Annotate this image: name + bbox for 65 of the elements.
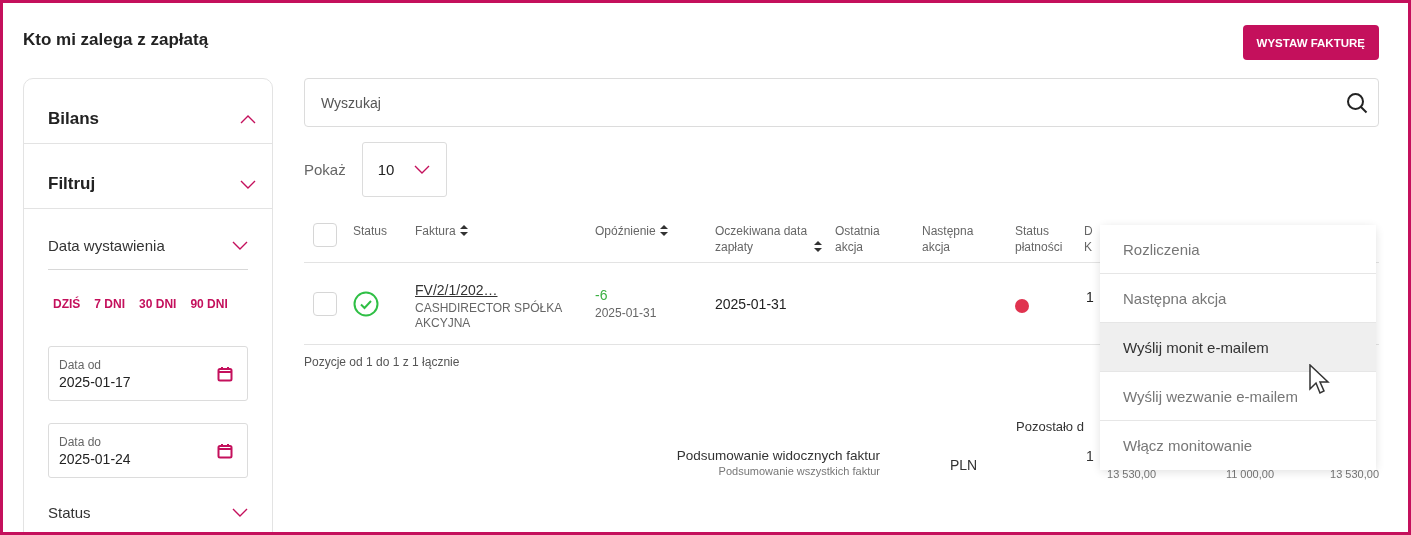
search-icon[interactable]: [1346, 91, 1368, 114]
quick-range-link[interactable]: 30 DNI: [139, 297, 177, 346]
menu-item[interactable]: Wyślij wezwanie e-mailem: [1100, 372, 1376, 421]
page-size-select[interactable]: 10: [361, 142, 447, 197]
menu-item[interactable]: Następna akcja: [1100, 274, 1376, 323]
sort-icon[interactable]: [659, 225, 668, 236]
calendar-icon[interactable]: [217, 365, 233, 382]
calendar-icon[interactable]: [217, 442, 233, 459]
section-title: Filtruj: [48, 174, 96, 194]
column-header: Status: [353, 223, 388, 239]
expected-date: 2025-01-31: [715, 295, 788, 312]
column-header: Status płatności: [1015, 223, 1064, 255]
chevron-down-icon: [413, 165, 430, 174]
field-label: Data do: [59, 434, 103, 449]
quick-range-link[interactable]: 90 DNI: [190, 297, 228, 346]
column-header: Faktura: [415, 223, 456, 239]
summary-value: 11 000,00: [1225, 468, 1274, 480]
menu-item[interactable]: Rozliczenia: [1100, 225, 1376, 274]
column-header: Pozostało d: [1015, 419, 1085, 434]
section-title: Bilans: [48, 109, 100, 129]
section-header[interactable]: Filtruj: [24, 144, 272, 209]
summary-value: 1: [1086, 448, 1094, 466]
chevron-up-icon: [240, 115, 256, 124]
invoice-link[interactable]: FV/2/1/202…: [415, 282, 584, 298]
chevron-down-icon: [240, 180, 256, 189]
field-label: Data od: [59, 357, 103, 372]
page-size-label: Pokaż: [304, 161, 346, 178]
field-value: 2025-01-17: [59, 373, 131, 390]
currency-label: PLN: [949, 456, 979, 475]
field-value: 2025-01-24: [59, 450, 131, 467]
column-header: Oczekiwana data zapłaty: [715, 223, 809, 255]
issue-invoice-button[interactable]: WYSTAW FAKTURĘ: [1242, 25, 1379, 60]
column-header: Opóźnienie: [595, 223, 656, 239]
summary-label: Podsumowanie wszystkich faktur: [718, 465, 880, 477]
chevron-down-icon: [232, 508, 248, 517]
select-all-checkbox[interactable]: [313, 223, 337, 247]
due-date: 2025-01-31: [595, 306, 658, 320]
filter-label: Status: [48, 504, 91, 521]
row-checkbox[interactable]: [313, 291, 337, 316]
quick-range-link[interactable]: 7 DNI: [94, 297, 126, 346]
sort-icon[interactable]: [814, 241, 822, 252]
page-title: Kto mi zalega z zapłatą: [23, 30, 209, 50]
menu-item[interactable]: Włącz monitowanie: [1100, 421, 1376, 470]
date-field[interactable]: Data od 2025-01-17: [48, 346, 248, 401]
sort-icon[interactable]: [459, 225, 468, 236]
quick-range-link[interactable]: DZIŚ: [53, 297, 81, 346]
column-header: Następna akcja: [922, 223, 975, 255]
pagination-info: Pozycje od 1 do 1 z 1 łącznie: [304, 355, 461, 369]
filter-header[interactable]: Status: [48, 500, 248, 521]
table-cell: 1: [1086, 288, 1094, 305]
filter-header[interactable]: Data wystawienia: [48, 209, 248, 270]
summary-label: Podsumowanie widocznych faktur: [676, 448, 880, 463]
date-field[interactable]: Data do 2025-01-24: [48, 423, 248, 478]
column-header: Ostatnia akcja: [835, 223, 881, 255]
menu-item[interactable]: Wyślij monit e-mailem: [1100, 323, 1376, 372]
column-header: D K: [1084, 223, 1094, 255]
filter-label: Data wystawienia: [48, 236, 165, 254]
mouse-pointer-icon: [1309, 364, 1331, 396]
section-header[interactable]: Bilans: [24, 79, 272, 144]
check-circle-icon: [353, 290, 379, 317]
client-name: CASHDIRECTOR SPÓŁKA AKCYJNA: [415, 301, 563, 331]
delay-days: -6: [595, 287, 704, 303]
summary-value: 13 530,00: [1330, 468, 1379, 480]
summary-value: 13 530,00: [1107, 468, 1156, 480]
chevron-down-icon: [232, 240, 248, 250]
